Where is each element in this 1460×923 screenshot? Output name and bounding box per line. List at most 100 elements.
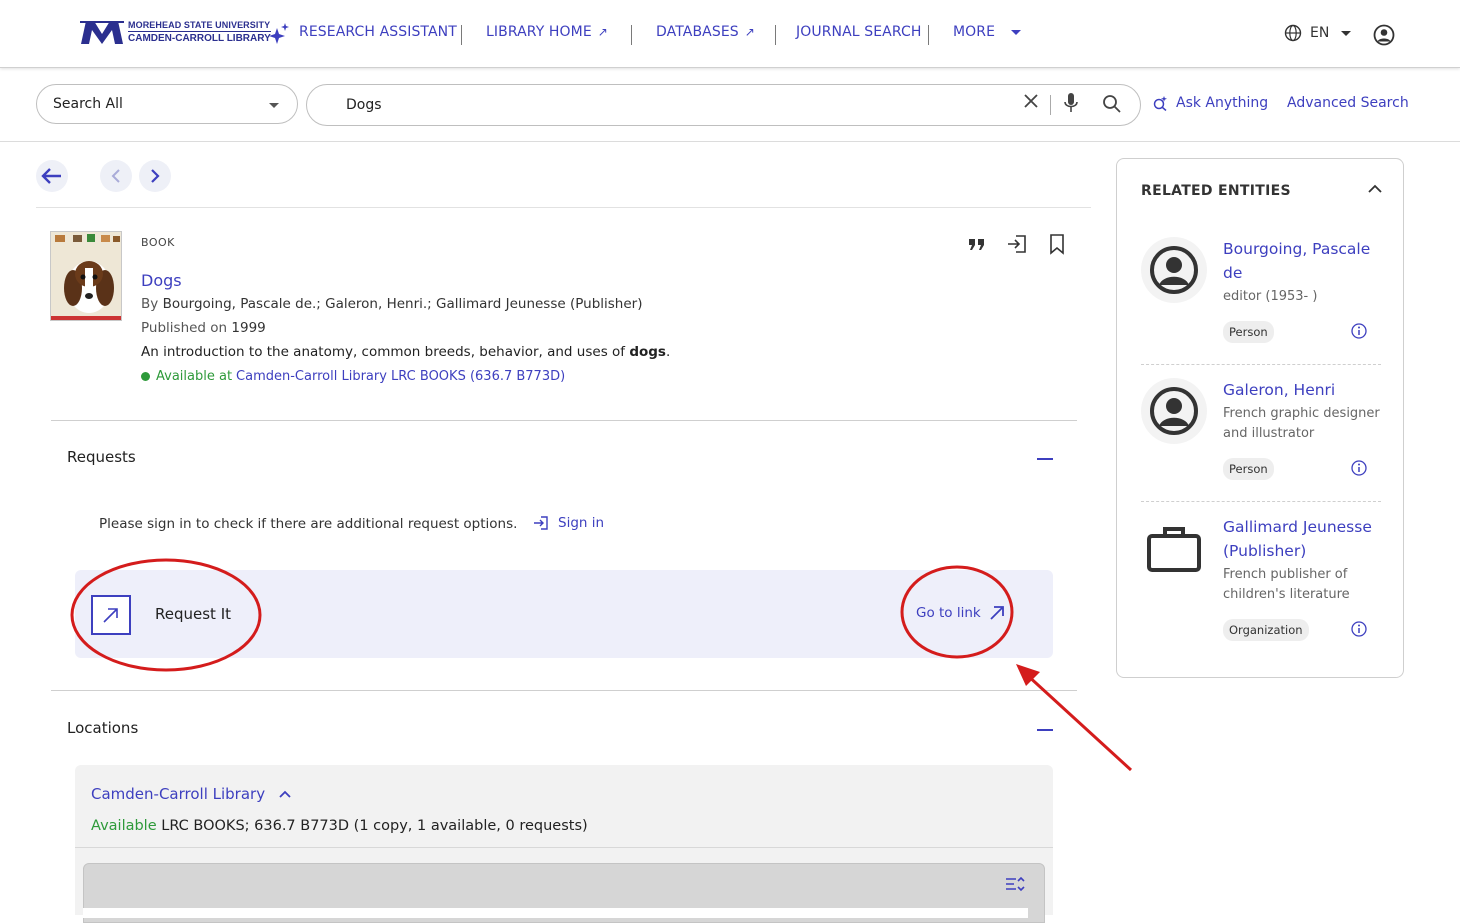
nav-label: LIBRARY HOME bbox=[486, 24, 592, 40]
authors-text: Bourgoing, Pascale de.; Galeron, Henri.;… bbox=[162, 296, 643, 312]
export-record-icon[interactable] bbox=[1006, 233, 1028, 255]
search-icon[interactable] bbox=[1102, 94, 1122, 114]
advanced-search-link[interactable]: Advanced Search bbox=[1287, 95, 1409, 111]
dropdown-caret-icon bbox=[1341, 30, 1352, 36]
language-selector[interactable]: EN bbox=[1284, 24, 1352, 42]
related-entity-description: French publisher of children's literatur… bbox=[1223, 567, 1350, 602]
related-entity-name-link[interactable]: Gallimard Jeunesse (Publisher) bbox=[1223, 515, 1383, 563]
record-published: Published on 1999 bbox=[141, 320, 266, 336]
related-entity-name-link[interactable]: Galeron, Henri bbox=[1223, 378, 1383, 402]
go-to-link-label: Go to link bbox=[916, 605, 981, 621]
external-link-icon: ↗ bbox=[597, 25, 608, 39]
previous-record-button[interactable] bbox=[100, 160, 132, 192]
record-description: An introduction to the anatomy, common b… bbox=[141, 344, 670, 360]
location-summary: Available LRC BOOKS; 636.7 B773D (1 copy… bbox=[91, 818, 588, 834]
sign-in-link[interactable]: Sign in bbox=[533, 515, 604, 531]
person-icon bbox=[1141, 378, 1207, 444]
available-dot-icon bbox=[141, 372, 150, 381]
entity-separator bbox=[1141, 364, 1381, 365]
availability-prefix: Available at bbox=[156, 369, 233, 384]
info-icon[interactable] bbox=[1351, 460, 1367, 476]
user-account-icon[interactable] bbox=[1373, 24, 1395, 46]
sort-filter-icon[interactable] bbox=[1005, 875, 1025, 893]
search-scope-value: Search All bbox=[53, 96, 123, 112]
search-input[interactable]: Dogs bbox=[306, 84, 1141, 126]
section-divider bbox=[51, 420, 1077, 421]
nav-label: DATABASES bbox=[656, 24, 739, 40]
published-year: 1999 bbox=[231, 320, 266, 336]
by-prefix: By bbox=[141, 296, 159, 312]
briefcase-icon bbox=[1141, 515, 1207, 581]
back-button[interactable] bbox=[36, 160, 68, 192]
info-icon[interactable] bbox=[1351, 323, 1367, 339]
external-link-icon: ↗ bbox=[744, 25, 755, 39]
record-type: BOOK bbox=[141, 236, 175, 249]
language-label: EN bbox=[1310, 25, 1330, 41]
related-entity-name-link[interactable]: Bourgoing, Pascale de bbox=[1223, 237, 1383, 285]
library-logo[interactable]: MOREHEAD STATE UNIVERSITY CAMDEN-CARROLL… bbox=[80, 18, 271, 46]
university-m-logo-icon bbox=[80, 21, 124, 44]
bookmark-icon[interactable] bbox=[1046, 233, 1068, 255]
nav-databases[interactable]: DATABASES ↗ bbox=[656, 24, 755, 40]
description-end: . bbox=[665, 344, 671, 360]
related-entity-description: French graphic designer and illustrator bbox=[1223, 406, 1380, 441]
nav-divider bbox=[928, 25, 929, 45]
related-entity-item: Bourgoing, Pascale de editor (1953- ) Pe… bbox=[1141, 237, 1381, 347]
search-query-value: Dogs bbox=[346, 97, 382, 113]
request-it-icon-box bbox=[91, 595, 131, 635]
locations-section-title: Locations bbox=[67, 719, 139, 737]
nav-library-home[interactable]: LIBRARY HOME ↗ bbox=[486, 24, 608, 40]
availability-location-link[interactable]: Camden-Carroll Library LRC BOOKS (636.7 … bbox=[236, 369, 565, 384]
annotation-arrow-head bbox=[1016, 664, 1040, 686]
nav-research-assistant[interactable]: RESEARCH ASSISTANT bbox=[299, 24, 457, 40]
dog-cover-image bbox=[51, 232, 121, 320]
entity-type-badge: Person bbox=[1223, 458, 1274, 480]
request-it-card: Request It Go to link bbox=[75, 570, 1053, 658]
logo-line-2: CAMDEN-CARROLL LIBRARY bbox=[128, 31, 271, 44]
external-link-icon bbox=[990, 606, 1004, 620]
info-icon[interactable] bbox=[1351, 621, 1367, 637]
search-divider bbox=[1050, 95, 1051, 115]
ask-anything-link[interactable]: Ask Anything bbox=[1152, 95, 1268, 111]
section-divider bbox=[51, 690, 1077, 691]
chevron-up-icon bbox=[279, 790, 291, 798]
nav-label: JOURNAL SEARCH bbox=[796, 24, 922, 40]
go-to-link-button[interactable]: Go to link bbox=[916, 605, 1005, 621]
citation-quote-icon[interactable] bbox=[966, 233, 988, 255]
clear-search-icon[interactable] bbox=[1023, 93, 1039, 109]
entity-type-badge: Person bbox=[1223, 321, 1274, 343]
chevron-up-icon[interactable] bbox=[1368, 184, 1382, 194]
dropdown-caret-icon bbox=[269, 103, 279, 108]
next-record-button[interactable] bbox=[139, 160, 171, 192]
related-entity-description: editor (1953- ) bbox=[1223, 289, 1318, 304]
logo-line-1: MOREHEAD STATE UNIVERSITY bbox=[128, 20, 271, 30]
microphone-icon[interactable] bbox=[1062, 92, 1080, 114]
collapse-requests-icon[interactable] bbox=[1037, 458, 1053, 460]
globe-icon bbox=[1284, 24, 1302, 42]
library-logo-text: MOREHEAD STATE UNIVERSITY CAMDEN-CARROLL… bbox=[128, 20, 271, 44]
location-library-toggle[interactable]: Camden-Carroll Library bbox=[91, 785, 291, 803]
description-highlight: dogs bbox=[629, 344, 666, 360]
record-title-link[interactable]: Dogs bbox=[141, 271, 182, 290]
nav-more-menu[interactable]: MORE bbox=[953, 24, 1022, 40]
collapse-locations-icon[interactable] bbox=[1037, 729, 1053, 731]
search-bar: Search All Dogs Ask Anything Advanced Se… bbox=[0, 69, 1460, 142]
record-authors: By Bourgoing, Pascale de.; Galeron, Henr… bbox=[141, 296, 642, 312]
search-scope-select[interactable]: Search All bbox=[36, 84, 298, 124]
requests-section-title: Requests bbox=[67, 448, 136, 466]
related-entity-item: Gallimard Jeunesse (Publisher) French pu… bbox=[1141, 515, 1381, 645]
ai-sparkle-search-icon bbox=[1153, 96, 1167, 111]
nav-divider bbox=[461, 25, 462, 45]
book-cover-thumbnail[interactable] bbox=[50, 231, 122, 321]
description-text: An introduction to the anatomy, common b… bbox=[141, 344, 630, 360]
divider bbox=[36, 207, 1091, 208]
nav-divider bbox=[631, 25, 632, 45]
holdings-table-body bbox=[83, 908, 1028, 918]
related-entity-item: Galeron, Henri French graphic designer a… bbox=[1141, 378, 1381, 488]
annotation-arrow-line bbox=[1024, 672, 1133, 772]
chevron-left-icon bbox=[111, 169, 120, 183]
entity-type-badge: Organization bbox=[1223, 619, 1309, 641]
nav-label: RESEARCH ASSISTANT bbox=[299, 24, 457, 40]
nav-journal-search[interactable]: JOURNAL SEARCH bbox=[796, 24, 921, 40]
person-icon bbox=[1141, 237, 1207, 303]
